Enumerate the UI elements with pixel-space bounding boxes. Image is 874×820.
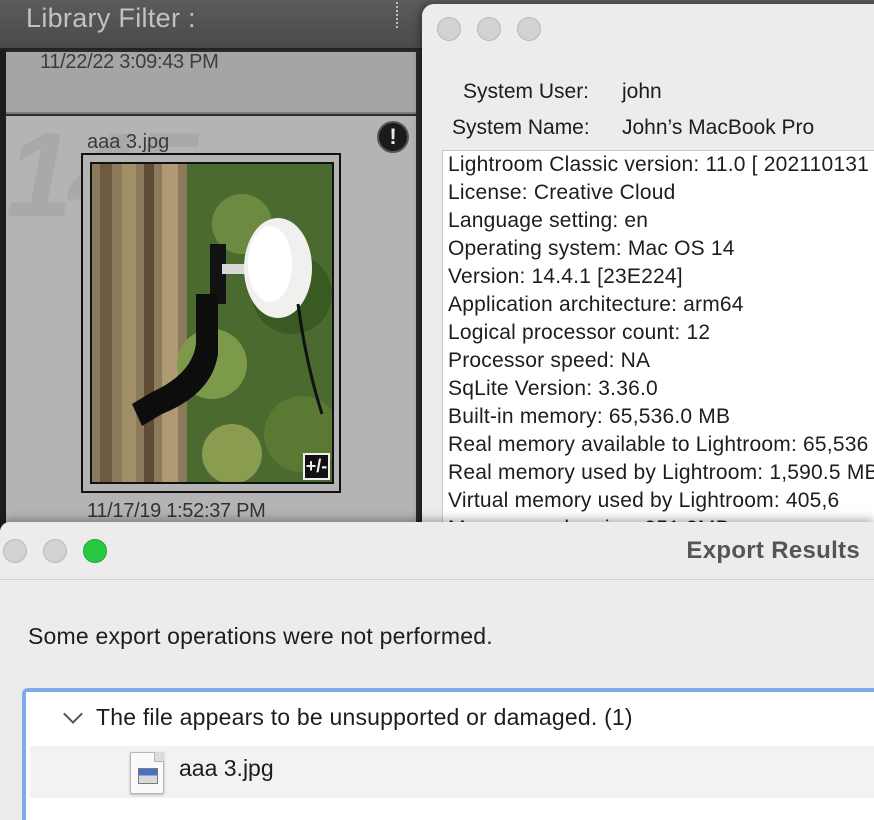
results-list[interactable]: The file appears to be unsupported or da…: [22, 688, 874, 820]
info-line: Logical processor count: 12: [448, 321, 711, 344]
drag-handle-icon[interactable]: [396, 2, 400, 28]
system-info-window: System User: john System Name: John’s Ma…: [422, 4, 874, 544]
system-user-label: System User:: [463, 80, 590, 103]
export-results-dialog: Export Results Some export operations we…: [0, 522, 874, 820]
dialog-titlebar[interactable]: Export Results: [0, 522, 874, 580]
info-line: Lightroom Classic version: 11.0 [ 202110…: [448, 153, 870, 176]
missing-file-warning-icon[interactable]: !: [377, 121, 409, 153]
results-group-label: The file appears to be unsupported or da…: [96, 704, 633, 730]
library-filter-bar[interactable]: Library Filter :: [0, 0, 430, 50]
info-line: SqLite Version: 3.36.0: [448, 377, 658, 400]
minimize-button-icon[interactable]: [477, 17, 501, 41]
export-message: Some export operations were not performe…: [28, 623, 493, 649]
system-name-label: System Name:: [452, 116, 590, 139]
edit-adjustment-badge-icon[interactable]: +/-: [303, 453, 330, 480]
info-line: Processor speed: NA: [448, 349, 651, 372]
photo-thumbnail[interactable]: +/-: [90, 162, 334, 484]
list-item-filename: aaa 3.jpg: [179, 755, 274, 781]
info-line: Application architecture: arm64: [448, 293, 744, 316]
list-item[interactable]: aaa 3.jpg: [30, 746, 874, 798]
zoom-button-icon[interactable]: [517, 17, 541, 41]
thumbnail-filename: aaa 3.jpg: [87, 131, 170, 153]
info-line: Language setting: en: [448, 209, 649, 232]
close-button-icon[interactable]: [3, 539, 27, 563]
info-line: Version: 14.4.1 [23E224]: [448, 265, 683, 288]
system-info-text-area[interactable]: Lightroom Classic version: 11.0 [ 202110…: [442, 150, 874, 530]
library-filter-title: Library Filter :: [26, 3, 196, 33]
image-file-icon: [130, 752, 164, 794]
grid-cell-selected[interactable]: 145 aaa 3.jpg !: [6, 108, 416, 540]
system-name-value: John’s MacBook Pro: [622, 116, 815, 139]
info-line: License: Creative Cloud: [448, 181, 676, 204]
screen: Library Filter : 11/22/22 3:09:43 PM 145…: [0, 0, 874, 820]
info-line: Real memory available to Lightroom: 65,5…: [448, 433, 869, 456]
page-fold: [154, 752, 164, 762]
system-user-value: john: [622, 80, 662, 103]
file-preview: [138, 768, 158, 784]
minimize-button-icon[interactable]: [43, 539, 67, 563]
info-line: Virtual memory used by Lightroom: 405,6: [448, 489, 840, 512]
lightroom-library-panel: Library Filter : 11/22/22 3:09:43 PM 145…: [0, 0, 430, 540]
grid-cell-previous[interactable]: 11/22/22 3:09:43 PM: [6, 51, 416, 114]
photo-image: [92, 164, 332, 482]
dialog-title: Export Results: [686, 537, 860, 564]
chevron-down-icon[interactable]: [63, 704, 83, 724]
thumbnail-capture-date: 11/17/19 1:52:37 PM: [87, 500, 266, 522]
previous-capture-date: 11/22/22 3:09:43 PM: [40, 51, 219, 73]
info-line: Real memory used by Lightroom: 1,590.5 M…: [448, 461, 874, 484]
info-line: Built-in memory: 65,536.0 MB: [448, 405, 731, 428]
close-button-icon[interactable]: [437, 17, 461, 41]
zoom-button-icon[interactable]: [83, 539, 107, 563]
info-line: Operating system: Mac OS 14: [448, 237, 735, 260]
results-group[interactable]: The file appears to be unsupported or da…: [26, 692, 874, 746]
